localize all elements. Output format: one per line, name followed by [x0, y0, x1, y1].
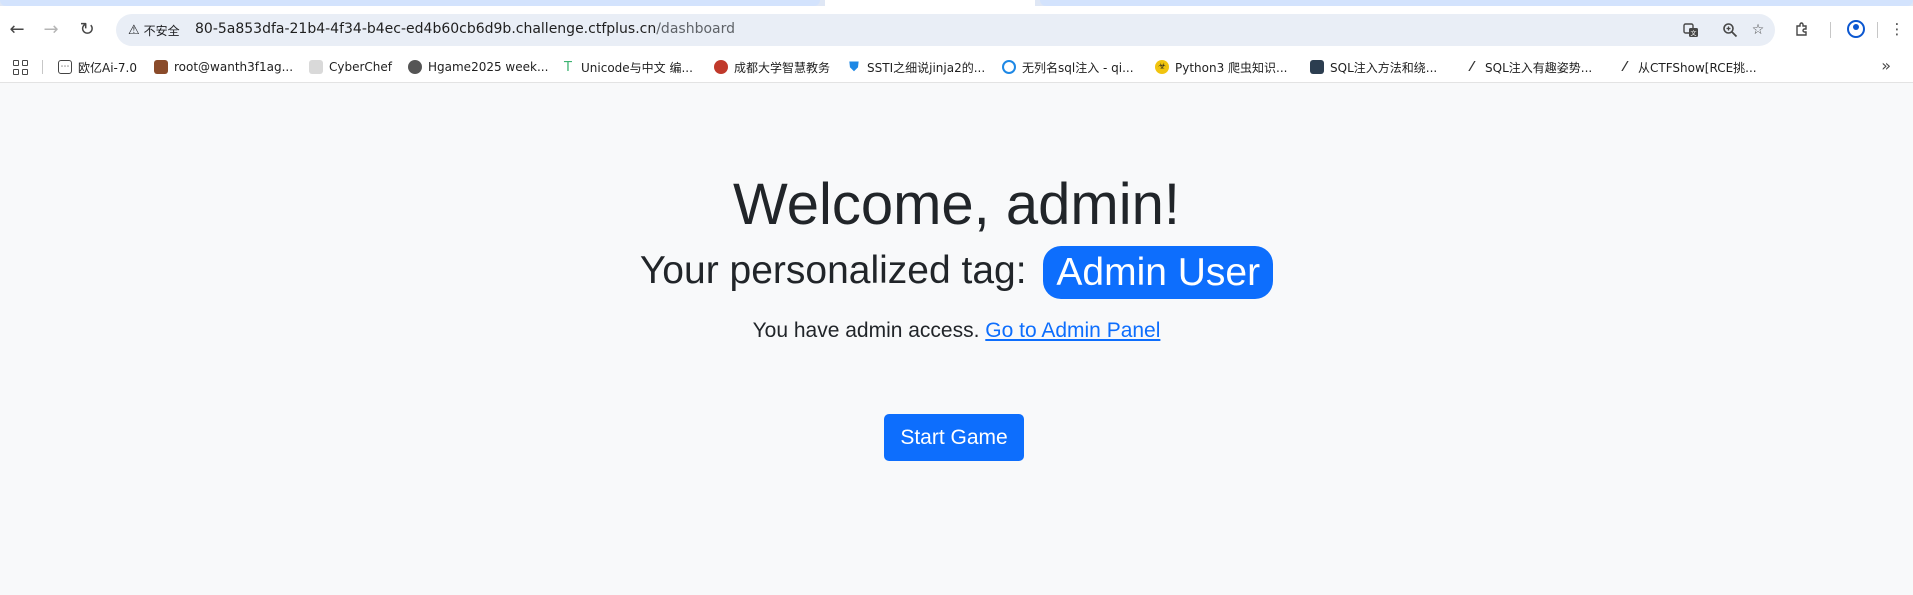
bookmark-item[interactable]: ⁄ SQL注入有趣姿势... [1465, 56, 1592, 78]
bookmark-item[interactable]: Hgame2025 week... [408, 56, 548, 78]
bookmark-label: Hgame2025 week... [428, 60, 549, 74]
toolbar-divider [1830, 22, 1831, 38]
bookmark-item[interactable]: ⛊ SSTI之细说jinja2的... [847, 56, 985, 78]
bookmark-item[interactable]: 成都大学智慧教务 [714, 56, 830, 78]
reload-icon[interactable]: ↻ [72, 14, 102, 44]
bookmark-label: SQL注入方法和绕... [1330, 60, 1438, 75]
bookmark-label: root@wanth3f1ag... [174, 60, 294, 74]
address-bar[interactable]: ⚠ 不安全 80-5a853dfa-21b4-4f34-b4ec-ed4b60c… [116, 14, 1775, 46]
zoom-icon[interactable] [1719, 19, 1741, 41]
admin-access-text: You have admin access. [752, 319, 980, 342]
tree-icon: T [564, 59, 572, 75]
seal-icon [714, 60, 728, 74]
warning-icon: ⚠ [128, 22, 140, 38]
bookmark-item[interactable]: T Unicode与中文 编... [561, 56, 693, 78]
tag-badge: Admin User [1043, 246, 1274, 300]
bookmarks-bar: ⋯ 欧亿Ai-7.0 root@wanth3f1ag... CyberChef … [0, 51, 1913, 83]
avatar-icon [408, 60, 422, 74]
circle-logo-icon [1002, 60, 1016, 74]
puzzle-icon[interactable] [1787, 14, 1817, 44]
biohazard-icon: ☣ [1155, 60, 1169, 74]
bookmark-item[interactable]: CyberChef [309, 56, 392, 78]
profile-icon[interactable] [1841, 14, 1871, 44]
bookmark-label: 从CTFShow[RCE挑... [1638, 60, 1757, 75]
image-icon [1310, 60, 1324, 74]
security-label: 不安全 [143, 23, 180, 38]
url-host: 80-5a853dfa-21b4-4f34-b4ec-ed4b60cb6d9b.… [195, 21, 657, 37]
slash-logo-icon: ⁄ [1470, 59, 1474, 75]
bookmark-label: Python3 爬虫知识... [1175, 60, 1288, 75]
chef-hat-icon [309, 60, 323, 74]
apps-grid-icon[interactable] [10, 57, 30, 77]
tag-line: Your personalized tag: Admin User [0, 245, 1913, 300]
url-text[interactable]: 80-5a853dfa-21b4-4f34-b4ec-ed4b60cb6d9b.… [195, 21, 735, 37]
bookmark-item[interactable]: 无列名sql注入 - qi... [1002, 56, 1134, 78]
forward-arrow-icon[interactable]: → [36, 14, 66, 44]
page-title: Welcome, admin! [733, 172, 1180, 237]
translate-icon[interactable]: 文 [1680, 19, 1702, 41]
admin-panel-link[interactable]: Go to Admin Panel [985, 319, 1160, 342]
avatar-icon [154, 60, 168, 74]
tag-prefix: Your personalized tag: [639, 249, 1027, 292]
toolbar-divider [1877, 22, 1878, 38]
shield-icon: ⛊ [849, 59, 859, 75]
bookmark-label: Unicode与中文 编... [581, 60, 693, 75]
back-arrow-icon[interactable]: ← [2, 14, 32, 44]
bookmark-label: 无列名sql注入 - qi... [1022, 60, 1134, 75]
bookmark-item[interactable]: SQL注入方法和绕... [1310, 56, 1437, 78]
slash-logo-icon: ⁄ [1623, 59, 1627, 75]
kebab-menu-icon[interactable]: ⋮ [1882, 14, 1912, 44]
browser-toolbar: ← → ↻ ⚠ 不安全 80-5a853dfa-21b4-4f34-b4ec-e… [0, 6, 1913, 51]
bookmark-label: SSTI之细说jinja2的... [867, 60, 986, 75]
star-icon[interactable]: ☆ [1747, 19, 1769, 41]
bookmark-item[interactable]: ☣ Python3 爬虫知识... [1155, 56, 1288, 78]
page-content: Welcome, admin! Your personalized tag: A… [0, 83, 1913, 595]
bookmark-label: 成都大学智慧教务 [734, 60, 831, 75]
bookmark-label: 欧亿Ai-7.0 [78, 60, 137, 75]
security-chip[interactable]: ⚠ 不安全 [122, 18, 188, 42]
url-path: /dashboard [656, 21, 735, 37]
chevron-double-right-icon[interactable]: » [1881, 56, 1891, 75]
bookmark-item[interactable]: root@wanth3f1ag... [154, 56, 293, 78]
start-game-button[interactable]: Start Game [884, 414, 1024, 461]
svg-text:文: 文 [1690, 30, 1696, 38]
bookmark-item[interactable]: ⁄ 从CTFShow[RCE挑... [1618, 56, 1757, 78]
bookmark-label: CyberChef [329, 60, 393, 74]
chat-icon: ⋯ [58, 60, 72, 74]
bookmarks-divider [42, 60, 43, 74]
admin-access-line: You have admin access. Go to Admin Panel [0, 319, 1913, 343]
bookmark-label: SQL注入有趣姿势... [1485, 60, 1593, 75]
bookmark-item[interactable]: ⋯ 欧亿Ai-7.0 [58, 56, 137, 78]
